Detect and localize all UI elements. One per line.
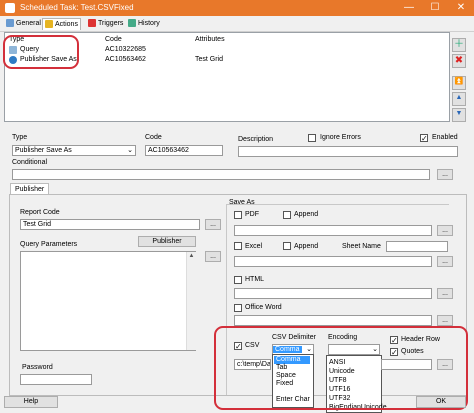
report-code-label: Report Code — [20, 209, 60, 216]
lightning-icon — [45, 20, 53, 29]
password-field[interactable] — [20, 374, 92, 385]
office-word-label: Office Word — [245, 304, 282, 311]
publisher-button[interactable]: Publisher — [138, 236, 196, 247]
tab-triggers[interactable]: Triggers — [86, 18, 125, 29]
move-up-icon[interactable]: ▲ — [452, 92, 466, 106]
app-icon — [5, 3, 15, 13]
tab-bar: General Actions Triggers History — [0, 16, 474, 32]
code-field[interactable]: AC10563462 — [145, 145, 223, 156]
query-parameters-label: Query Parameters — [20, 241, 78, 248]
scrollbar[interactable]: ▲ — [186, 252, 196, 350]
conditional-browse-button[interactable]: ... — [437, 169, 453, 180]
highlight-ring-actions — [3, 35, 79, 69]
help-button[interactable]: Help — [4, 396, 58, 408]
sheet-name-field[interactable] — [386, 241, 448, 252]
enabled-label: Enabled — [432, 134, 458, 141]
password-label: Password — [22, 364, 53, 371]
tab-general[interactable]: General — [4, 18, 43, 29]
code-label: Code — [145, 134, 162, 141]
chevron-down-icon: ⌄ — [127, 147, 133, 154]
enabled-checkbox[interactable]: ✓ — [420, 134, 428, 143]
word-path-field[interactable] — [234, 315, 432, 326]
tab-actions[interactable]: Actions — [42, 18, 81, 30]
excel-browse-button[interactable]: ... — [437, 256, 453, 267]
pdf-path-field[interactable] — [234, 225, 432, 236]
excel-append-checkbox[interactable] — [283, 242, 291, 250]
type-label: Type — [12, 134, 28, 141]
html-checkbox[interactable] — [234, 276, 242, 284]
column-header-attributes[interactable]: Attributes — [195, 36, 225, 43]
tab-history[interactable]: History — [126, 18, 162, 29]
excel-checkbox[interactable] — [234, 242, 242, 250]
html-label: HTML — [245, 276, 265, 283]
pdf-label: PDF — [245, 211, 259, 218]
html-path-field[interactable] — [234, 288, 432, 299]
ignore-errors-label: Ignore Errors — [320, 134, 361, 141]
excel-path-field[interactable] — [234, 256, 432, 267]
general-icon — [6, 19, 14, 28]
html-browse-button[interactable]: ... — [437, 288, 453, 299]
type-select[interactable]: Publisher Save As ⌄ — [12, 145, 136, 156]
delete-action-icon[interactable]: ✖ — [452, 54, 466, 68]
query-parameters-field[interactable] — [20, 251, 196, 351]
conditional-field[interactable] — [12, 169, 430, 180]
pdf-append-label: Append — [294, 211, 319, 218]
ignore-errors-checkbox[interactable] — [308, 134, 316, 142]
report-code-browse-button[interactable]: ... — [205, 219, 221, 230]
add-action-icon[interactable]: ＋ — [452, 38, 466, 52]
title-bar: Scheduled Task: Test.CSVFixed — ☐ ✕ — [0, 0, 474, 16]
column-header-code[interactable]: Code — [105, 36, 122, 43]
excel-label: Excel — [245, 243, 263, 250]
minimize-icon[interactable]: — — [396, 1, 422, 15]
report-code-field[interactable]: Test Grid — [20, 219, 200, 230]
sheet-name-label: Sheet Name — [342, 243, 381, 250]
move-down-icon[interactable]: ▼ — [452, 108, 466, 122]
query-parameters-browse-button[interactable]: ... — [205, 251, 221, 262]
ok-button[interactable]: OK — [416, 396, 466, 408]
excel-append-label: Append — [294, 243, 319, 250]
pdf-browse-button[interactable]: ... — [437, 225, 453, 236]
maximize-icon[interactable]: ☐ — [422, 1, 448, 15]
history-icon — [128, 19, 136, 28]
pdf-append-checkbox[interactable] — [283, 211, 291, 219]
pdf-checkbox[interactable] — [234, 211, 242, 219]
window-title: Scheduled Task: Test.CSVFixed — [20, 3, 134, 12]
office-word-checkbox[interactable] — [234, 304, 242, 312]
trigger-icon — [88, 19, 96, 28]
conditional-label: Conditional — [12, 159, 48, 166]
word-browse-button[interactable]: ... — [437, 315, 453, 326]
description-label: Description — [238, 136, 274, 143]
move-top-icon[interactable]: ⏫ — [452, 76, 466, 90]
close-icon[interactable]: ✕ — [448, 1, 474, 15]
description-field[interactable] — [238, 146, 458, 157]
